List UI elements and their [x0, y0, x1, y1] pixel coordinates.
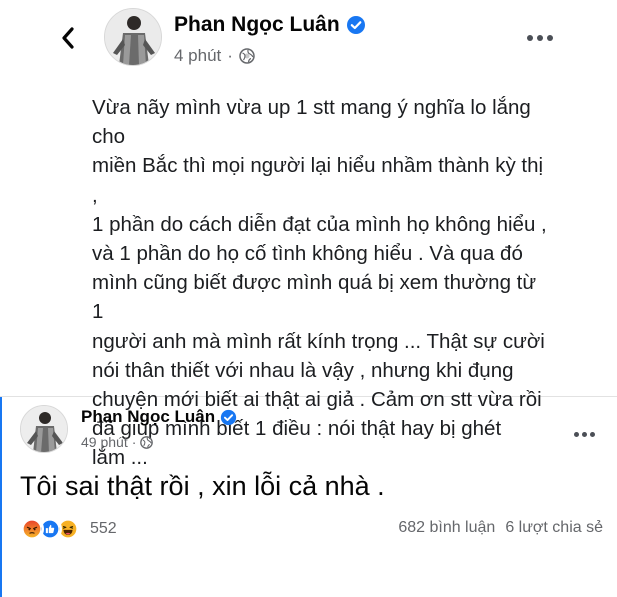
post-apology: Phan Ngọc Luân 49 phút · Tôi sai thật rồ… — [0, 397, 617, 597]
back-button[interactable] — [56, 24, 80, 52]
post-time[interactable]: 49 phút — [81, 434, 128, 450]
more-dot — [581, 431, 587, 437]
more-options-button[interactable] — [572, 427, 596, 441]
more-dot — [589, 431, 595, 437]
more-dot — [527, 35, 533, 41]
post-original: Phan Ngọc Luân 4 phút · Vừa nãy mình vừa… — [0, 0, 617, 469]
angry-reaction-icon — [20, 517, 44, 541]
reaction-summary[interactable]: 552 — [20, 516, 117, 542]
avatar[interactable] — [104, 8, 162, 66]
avatar-image — [21, 406, 67, 452]
back-arrow-icon — [62, 27, 74, 49]
author-name[interactable]: Phan Ngọc Luân — [81, 407, 237, 427]
reaction-icons — [20, 517, 80, 541]
author-name-text[interactable]: Phan Ngọc Luân — [81, 407, 215, 427]
author-name-text[interactable]: Phan Ngọc Luân — [174, 13, 340, 37]
globe-icon — [140, 435, 154, 449]
avatar[interactable] — [20, 405, 68, 453]
engagement-stats: 682 bình luận 6 lượt chia sẻ — [398, 519, 603, 537]
meta-separator: · — [131, 434, 137, 450]
more-dot — [537, 35, 543, 41]
avatar-image — [105, 9, 161, 65]
meta-separator: · — [227, 46, 233, 65]
status-text: Tôi sai thật rồi , xin lỗi cả nhà . — [20, 471, 385, 501]
author-name[interactable]: Phan Ngọc Luân — [174, 13, 366, 37]
share-count[interactable]: 6 lượt chia sẻ — [505, 519, 603, 537]
comment-count[interactable]: 682 bình luận — [398, 519, 495, 537]
globe-icon — [239, 48, 255, 64]
post-meta: 49 phút · — [81, 434, 154, 450]
more-dot — [547, 35, 553, 41]
reaction-count[interactable]: 552 — [90, 520, 117, 538]
verified-badge-icon — [346, 16, 365, 34]
more-dot — [573, 431, 579, 437]
verified-badge-icon — [220, 409, 237, 425]
post-time[interactable]: 4 phút — [174, 46, 221, 66]
more-options-button[interactable] — [526, 28, 554, 48]
post-meta: 4 phút · — [174, 46, 255, 66]
